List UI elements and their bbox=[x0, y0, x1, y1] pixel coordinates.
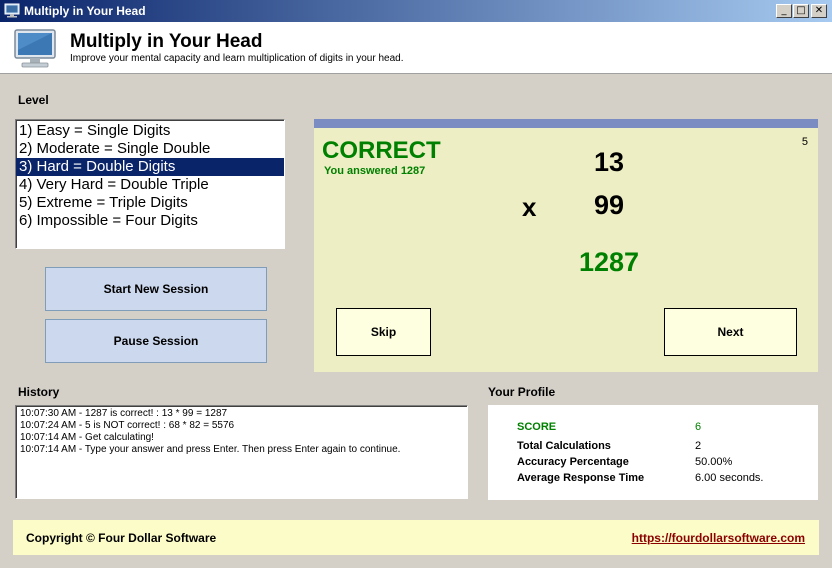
total-calculations-value: 2 bbox=[695, 440, 702, 452]
maximize-button[interactable]: □ bbox=[793, 4, 809, 18]
profile-panel: SCORE 6 Total Calculations 2 Accuracy Pe… bbox=[488, 405, 818, 500]
level-option[interactable]: 6) Impossible = Four Digits bbox=[16, 212, 284, 230]
question-counter: 5 bbox=[801, 136, 808, 148]
level-option[interactable]: 5) Extreme = Triple Digits bbox=[16, 194, 284, 212]
response-time-label: Average Response Time bbox=[517, 472, 645, 484]
result-detail: You answered 1287 bbox=[324, 165, 426, 177]
history-entry: 10:07:24 AM - 5 is NOT correct! : 68 * 8… bbox=[20, 420, 235, 431]
app-title: Multiply in Your Head bbox=[70, 31, 263, 52]
score-value: 6 bbox=[695, 421, 702, 433]
app-subtitle: Improve your mental capacity and learn m… bbox=[70, 53, 404, 64]
minimize-button[interactable]: _ bbox=[776, 4, 792, 18]
history-entry: 10:07:14 AM - Type your answer and press… bbox=[20, 444, 401, 455]
quiz-panel: CORRECT You answered 1287 5 13 x 99 1287… bbox=[314, 119, 818, 372]
level-option[interactable]: 1) Easy = Single Digits bbox=[16, 122, 284, 140]
app-header: Multiply in Your Head Improve your menta… bbox=[0, 22, 832, 74]
monitor-icon bbox=[14, 29, 56, 68]
history-label: History bbox=[18, 385, 60, 399]
close-button[interactable]: ✕ bbox=[811, 4, 827, 18]
total-calculations-label: Total Calculations bbox=[517, 440, 611, 452]
start-new-session-button[interactable]: Start New Session bbox=[45, 267, 267, 311]
app-monitor-icon bbox=[4, 3, 20, 18]
next-button[interactable]: Next bbox=[664, 308, 797, 356]
title-bar[interactable]: Multiply in Your Head _ □ ✕ bbox=[0, 0, 832, 22]
skip-button[interactable]: Skip bbox=[336, 308, 431, 356]
footer: Copyright © Four Dollar Software https:/… bbox=[13, 520, 819, 555]
answer-value: 1287 bbox=[578, 247, 640, 277]
quiz-top-bar bbox=[314, 119, 818, 128]
response-time-value: 6.00 seconds. bbox=[695, 472, 764, 484]
website-link[interactable]: https://fourdollarsoftware.com bbox=[632, 531, 805, 545]
accuracy-label: Accuracy Percentage bbox=[517, 456, 629, 468]
history-entry: 10:07:30 AM - 1287 is correct! : 13 * 99… bbox=[20, 408, 228, 419]
history-log[interactable]: 10:07:30 AM - 1287 is correct! : 13 * 99… bbox=[15, 405, 468, 499]
copyright-text: Copyright © Four Dollar Software bbox=[26, 531, 217, 545]
level-option[interactable]: 4) Very Hard = Double Triple bbox=[16, 176, 284, 194]
level-option[interactable]: 3) Hard = Double Digits bbox=[16, 158, 284, 176]
profile-label: Your Profile bbox=[488, 385, 556, 399]
accuracy-value: 50.00% bbox=[695, 456, 733, 468]
score-label: SCORE bbox=[517, 421, 557, 433]
operand-b: 99 bbox=[593, 190, 625, 220]
window-title: Multiply in Your Head bbox=[24, 4, 146, 18]
operand-a: 13 bbox=[593, 147, 625, 177]
result-status: CORRECT bbox=[322, 137, 441, 164]
operator-sign: x bbox=[522, 192, 537, 222]
pause-session-button[interactable]: Pause Session bbox=[45, 319, 267, 363]
history-entry: 10:07:14 AM - Get calculating! bbox=[20, 432, 154, 443]
level-label: Level bbox=[18, 93, 49, 107]
level-option[interactable]: 2) Moderate = Single Double bbox=[16, 140, 284, 158]
level-list[interactable]: 1) Easy = Single Digits 2) Moderate = Sin… bbox=[15, 119, 285, 249]
